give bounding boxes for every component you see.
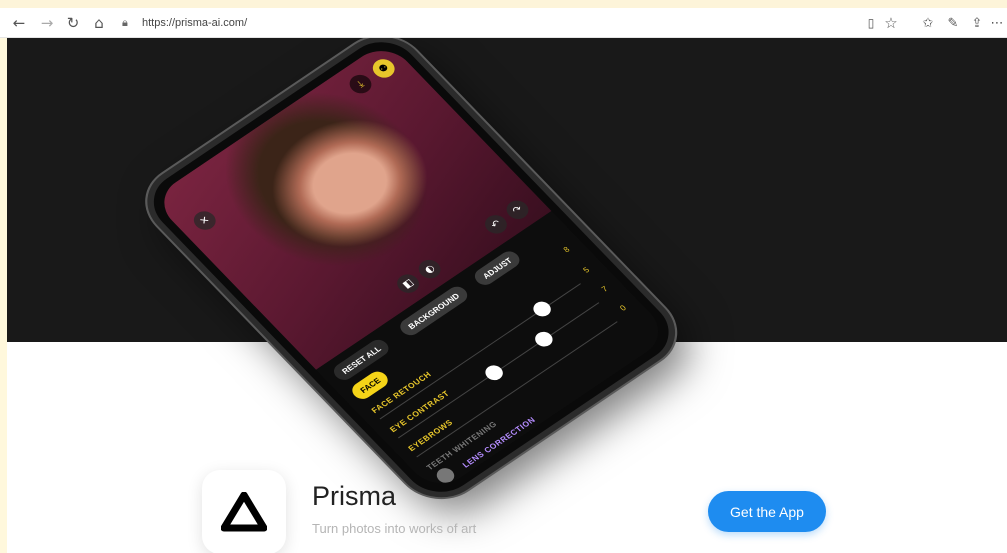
window-top-strip — [0, 0, 1007, 8]
refresh-icon[interactable]: ↻ — [62, 12, 84, 34]
browser-toolbar: ← → ↻ ⌂ 🔒︎ https://prisma-ai.com/ ▯ ☆ ✩ … — [0, 8, 1007, 38]
eyebrows-value: 0 — [618, 303, 629, 313]
share-icon[interactable]: ⇪ — [966, 12, 988, 34]
close-icon[interactable]: ✕ — [189, 207, 221, 234]
eye-contrast-value: 7 — [599, 284, 610, 294]
top-value: 8 — [561, 245, 572, 255]
address-bar[interactable]: 🔒︎ https://prisma-ai.com/ — [122, 14, 862, 32]
url-text: https://prisma-ai.com/ — [142, 17, 248, 29]
download-icon[interactable]: ⤓ — [345, 71, 376, 97]
prisma-logo-icon — [221, 492, 267, 532]
get-the-app-button[interactable]: Get the App — [708, 491, 826, 532]
favorites-icon[interactable]: ✩ — [917, 12, 939, 34]
undo-icon[interactable]: ↶ — [480, 211, 512, 238]
eyebrows-track — [416, 321, 618, 458]
face-retouch-value: 5 — [581, 265, 592, 275]
forward-arrow-icon[interactable]: → — [36, 12, 58, 34]
teeth-whitening-toggle[interactable] — [433, 465, 458, 487]
reading-view-icon[interactable]: ▯ — [860, 12, 882, 34]
redo-icon[interactable]: ↷ — [502, 197, 534, 223]
compare-icon[interactable]: ◧ — [392, 270, 424, 297]
app-name: Prisma — [312, 481, 397, 511]
app-icon[interactable] — [202, 470, 286, 553]
mask-icon[interactable]: ◐ — [414, 256, 446, 283]
more-icon[interactable]: ⋯ — [990, 12, 1004, 34]
home-icon[interactable]: ⌂ — [88, 12, 110, 34]
browser-window: ← → ↻ ⌂ 🔒︎ https://prisma-ai.com/ ▯ ☆ ✩ … — [0, 0, 1007, 553]
lock-icon: 🔒︎ — [122, 16, 128, 29]
page-viewport: ✕ ⤓ ⚉ ◧ ◐ ↶ ↷ RESET ALL BACKGROUND ADJUS… — [7, 38, 1007, 553]
pen-icon[interactable]: ✎ — [942, 12, 964, 34]
premium-icon[interactable]: ⚉ — [368, 55, 400, 82]
back-arrow-icon[interactable]: ← — [8, 12, 30, 34]
app-tagline: Turn photos into works of art — [312, 521, 477, 536]
star-icon[interactable]: ☆ — [880, 12, 902, 34]
